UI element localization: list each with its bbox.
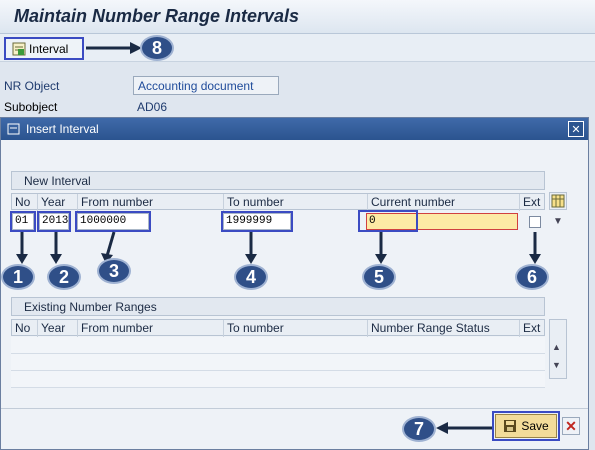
subobject-value: AD06 [137,100,168,114]
callout-1: 1 [1,264,35,290]
interval-button[interactable]: Interval [4,37,84,60]
vertical-scrollbar[interactable]: ▲ ▼ [549,319,567,379]
table-row [11,337,545,354]
column-settings-icon[interactable] [549,192,567,210]
new-interval-group-title: New Interval [11,171,545,190]
col-to-number: To number [224,320,368,337]
cancel-icon[interactable]: ✕ [562,417,580,435]
new-interval-header: No Year From number To number Current nu… [11,193,545,211]
col-ext: Ext [523,321,541,335]
col-from-number: From number [78,194,224,211]
highlight-year [37,211,71,232]
callout-7: 7 [402,416,436,442]
dialog-title-bar: Insert Interval ✕ [1,118,588,140]
scroll-up-icon[interactable]: ▲ [552,342,561,352]
col-ext: Ext [523,195,541,209]
callout-6: 6 [515,264,549,290]
highlight-to [221,211,293,232]
scroll-down-icon[interactable]: ▼ [552,360,561,370]
nr-object-label: NR Object [4,79,60,93]
col-no: No [12,194,38,211]
scroll-down-icon[interactable]: ▼ [553,216,565,227]
arrow-icon [86,42,142,54]
callout-2: 2 [47,264,81,290]
arrows-icon [16,231,541,264]
insert-interval-dialog: Insert Interval ✕ New Interval No Year F… [0,117,589,450]
table-row [11,354,545,371]
col-no: No [12,320,38,337]
footer-divider [1,408,588,409]
save-label: Save [521,419,549,433]
callout-4: 4 [234,264,268,290]
highlight-current [358,210,418,232]
interval-label: Interval [29,41,69,56]
callout-3: 3 [97,258,131,284]
subobject-label: Subobject [4,100,58,114]
page-title: Maintain Number Range Intervals [14,6,300,26]
nr-object-field[interactable]: Accounting document [133,76,279,95]
callout-5: 5 [362,264,396,290]
save-icon [504,420,517,432]
existing-ranges-header: No Year From number To number Number Ran… [11,319,545,337]
dialog-icon [7,123,20,135]
col-current-number: Current number [368,194,520,211]
title-bar: Maintain Number Range Intervals [0,0,595,34]
table-row [11,371,545,388]
col-year: Year [38,320,78,337]
col-from-number: From number [78,320,224,337]
save-button[interactable]: Save [495,414,557,438]
col-number-range-status: Number Range Status [368,320,520,337]
highlight-from [75,211,151,232]
dialog-title: Insert Interval [26,122,99,136]
arrow-icon [436,422,492,434]
insert-interval-icon [12,42,26,55]
callout-8: 8 [140,35,174,61]
col-to-number: To number [224,194,368,211]
close-icon[interactable]: ✕ [568,121,584,137]
ext-checkbox[interactable] [529,216,541,228]
highlight-no [10,211,36,232]
existing-ranges-group-title: Existing Number Ranges [11,297,545,316]
col-year: Year [38,194,78,211]
